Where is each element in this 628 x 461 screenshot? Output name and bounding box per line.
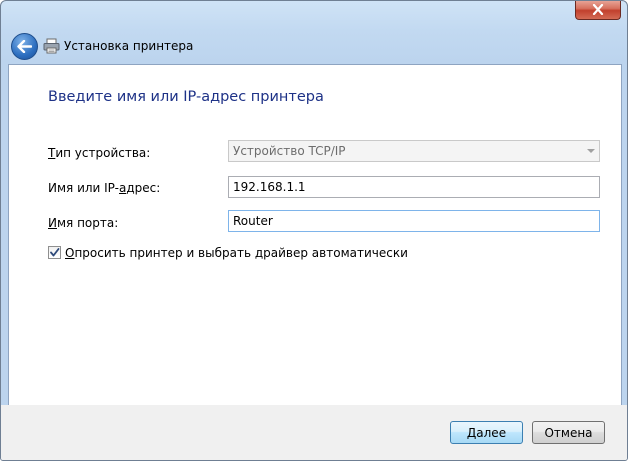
cancel-button[interactable]: Отмена <box>532 421 605 444</box>
query-printer-checkbox[interactable] <box>48 246 61 259</box>
host-label: Имя или IP-адрес: <box>48 181 161 195</box>
device-type-label: Тип устройства: <box>48 146 151 160</box>
content-panel: Введите имя или IP-адрес принтера Тип ус… <box>8 64 622 406</box>
port-name-label: Имя порта: <box>48 216 119 230</box>
window-title: Установка принтера <box>64 39 194 53</box>
next-button[interactable]: Далее <box>450 421 523 444</box>
checkmark-icon <box>50 248 60 257</box>
close-button[interactable] <box>575 1 621 20</box>
chevron-down-icon <box>587 149 595 153</box>
printer-icon <box>43 38 60 54</box>
port-name-value: Router <box>233 214 273 228</box>
port-name-input[interactable]: Router <box>228 210 600 232</box>
page-heading: Введите имя или IP-адрес принтера <box>48 89 324 105</box>
dialog-window: Установка принтера Введите имя или IP-ад… <box>0 0 628 461</box>
back-arrow-icon <box>17 40 32 53</box>
query-printer-label[interactable]: Опросить принтер и выбрать драйвер автом… <box>65 246 408 260</box>
device-type-dropdown[interactable]: Устройство TCP/IP <box>228 140 600 162</box>
navigation-bar: Установка принтера <box>1 29 627 63</box>
host-value: 192.168.1.1 <box>233 180 306 194</box>
close-icon <box>592 4 604 15</box>
device-type-value: Устройство TCP/IP <box>233 144 346 158</box>
host-input[interactable]: 192.168.1.1 <box>228 176 600 198</box>
back-button[interactable] <box>11 33 38 60</box>
dialog-footer: Далее Отмена <box>1 405 627 460</box>
